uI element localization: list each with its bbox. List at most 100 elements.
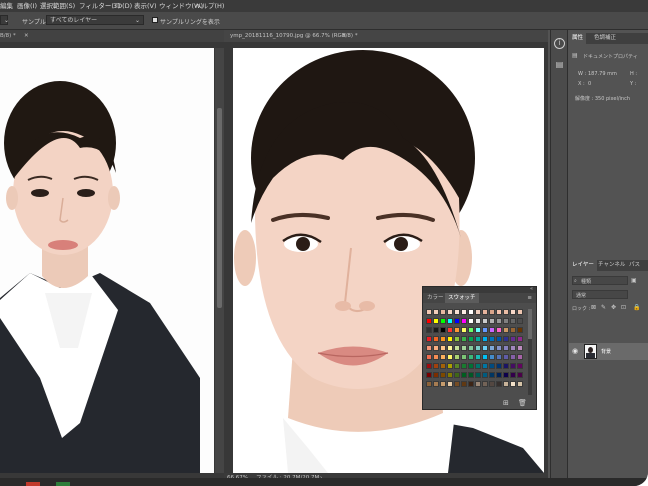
properties-icon[interactable]: ▤: [554, 59, 565, 70]
document-tab-left[interactable]: B/8) * ✕: [0, 30, 224, 42]
swatch[interactable]: [503, 345, 509, 351]
swatch[interactable]: [503, 309, 509, 315]
swatch[interactable]: [433, 345, 439, 351]
swatch[interactable]: [510, 372, 516, 378]
panel-menu-icon[interactable]: ≡: [527, 293, 532, 303]
swatch[interactable]: [468, 327, 474, 333]
swatch[interactable]: [503, 381, 509, 387]
swatch[interactable]: [489, 336, 495, 342]
swatch[interactable]: [517, 327, 523, 333]
swatch[interactable]: [447, 327, 453, 333]
swatch[interactable]: [517, 309, 523, 315]
x-value[interactable]: 0: [588, 81, 591, 87]
layer-row-background[interactable]: ◉ 背景: [569, 343, 648, 360]
lock-artboard-icon[interactable]: ⊡: [621, 304, 626, 311]
document-tab-right[interactable]: ymp_20181116_10790.jpg @ 66.7% (RGB/8) *…: [224, 30, 548, 42]
swatch[interactable]: [468, 345, 474, 351]
swatch[interactable]: [496, 336, 502, 342]
swatch[interactable]: [426, 381, 432, 387]
swatch[interactable]: [517, 381, 523, 387]
swatch[interactable]: [496, 327, 502, 333]
swatch[interactable]: [517, 318, 523, 324]
swatch[interactable]: [489, 381, 495, 387]
swatch[interactable]: [489, 354, 495, 360]
vertical-scrollbar-left[interactable]: [215, 48, 224, 473]
swatch[interactable]: [433, 381, 439, 387]
swatch[interactable]: [510, 363, 516, 369]
swatch[interactable]: [475, 372, 481, 378]
swatch[interactable]: [447, 372, 453, 378]
swatch[interactable]: [468, 354, 474, 360]
swatch[interactable]: [433, 372, 439, 378]
swatch[interactable]: [426, 363, 432, 369]
swatch[interactable]: [447, 354, 453, 360]
menu-item[interactable]: 画像(I): [17, 0, 37, 12]
swatch[interactable]: [426, 309, 432, 315]
width-value[interactable]: 187.79 mm: [588, 71, 617, 77]
tab-swatches[interactable]: スウォッチ: [445, 293, 479, 303]
swatch[interactable]: [475, 345, 481, 351]
image-filter-icon[interactable]: ▣: [631, 277, 637, 284]
swatch[interactable]: [496, 381, 502, 387]
swatch[interactable]: [510, 327, 516, 333]
blend-mode-dropdown[interactable]: 通常: [572, 290, 628, 299]
swatch[interactable]: [482, 345, 488, 351]
swatch[interactable]: [454, 327, 460, 333]
swatch[interactable]: [510, 381, 516, 387]
swatch[interactable]: [475, 363, 481, 369]
swatch[interactable]: [426, 336, 432, 342]
swatch[interactable]: [433, 336, 439, 342]
sample-dropdown[interactable]: すべてのレイヤー ⌄: [46, 15, 144, 25]
swatch[interactable]: [461, 327, 467, 333]
swatch[interactable]: [440, 318, 446, 324]
swatch[interactable]: [461, 381, 467, 387]
swatch[interactable]: [475, 336, 481, 342]
swatch[interactable]: [440, 372, 446, 378]
collapse-icon[interactable]: «: [530, 286, 533, 292]
swatch[interactable]: [496, 309, 502, 315]
swatch[interactable]: [489, 327, 495, 333]
swatch[interactable]: [426, 372, 432, 378]
tab-color[interactable]: カラー: [424, 293, 447, 303]
lock-pixels-icon[interactable]: ✎: [601, 304, 606, 311]
tab-properties[interactable]: 属性: [569, 33, 587, 44]
swatch[interactable]: [440, 309, 446, 315]
new-swatch-icon[interactable]: ⊞: [503, 399, 509, 407]
swatch[interactable]: [510, 318, 516, 324]
swatch[interactable]: [461, 309, 467, 315]
swatch[interactable]: [461, 345, 467, 351]
swatch[interactable]: [454, 363, 460, 369]
lock-position-icon[interactable]: ✥: [611, 304, 616, 311]
swatch[interactable]: [489, 372, 495, 378]
swatch[interactable]: [440, 381, 446, 387]
swatch[interactable]: [503, 318, 509, 324]
swatch[interactable]: [517, 336, 523, 342]
swatch[interactable]: [433, 363, 439, 369]
layer-filter-dropdown[interactable]: ⌕ 種類: [572, 276, 628, 285]
swatch[interactable]: [454, 309, 460, 315]
swatch[interactable]: [496, 363, 502, 369]
swatch[interactable]: [489, 345, 495, 351]
swatch[interactable]: [482, 363, 488, 369]
swatch[interactable]: [510, 336, 516, 342]
swatch[interactable]: [503, 336, 509, 342]
swatch[interactable]: [468, 381, 474, 387]
swatch[interactable]: [461, 336, 467, 342]
swatch[interactable]: [461, 363, 467, 369]
swatch[interactable]: [440, 336, 446, 342]
swatch[interactable]: [447, 309, 453, 315]
swatch[interactable]: [454, 372, 460, 378]
swatch[interactable]: [475, 318, 481, 324]
menu-item[interactable]: ヘルプ(H): [195, 0, 224, 12]
lock-transparency-icon[interactable]: ⊠: [591, 304, 596, 311]
swatch[interactable]: [454, 345, 460, 351]
swatch[interactable]: [475, 381, 481, 387]
swatch[interactable]: [447, 318, 453, 324]
menu-item[interactable]: 表示(V): [134, 0, 157, 12]
swatch[interactable]: [482, 336, 488, 342]
swatch[interactable]: [426, 354, 432, 360]
scrollbar-thumb-left[interactable]: [217, 108, 222, 308]
swatch[interactable]: [510, 309, 516, 315]
swatch[interactable]: [447, 336, 453, 342]
swatch[interactable]: [489, 363, 495, 369]
